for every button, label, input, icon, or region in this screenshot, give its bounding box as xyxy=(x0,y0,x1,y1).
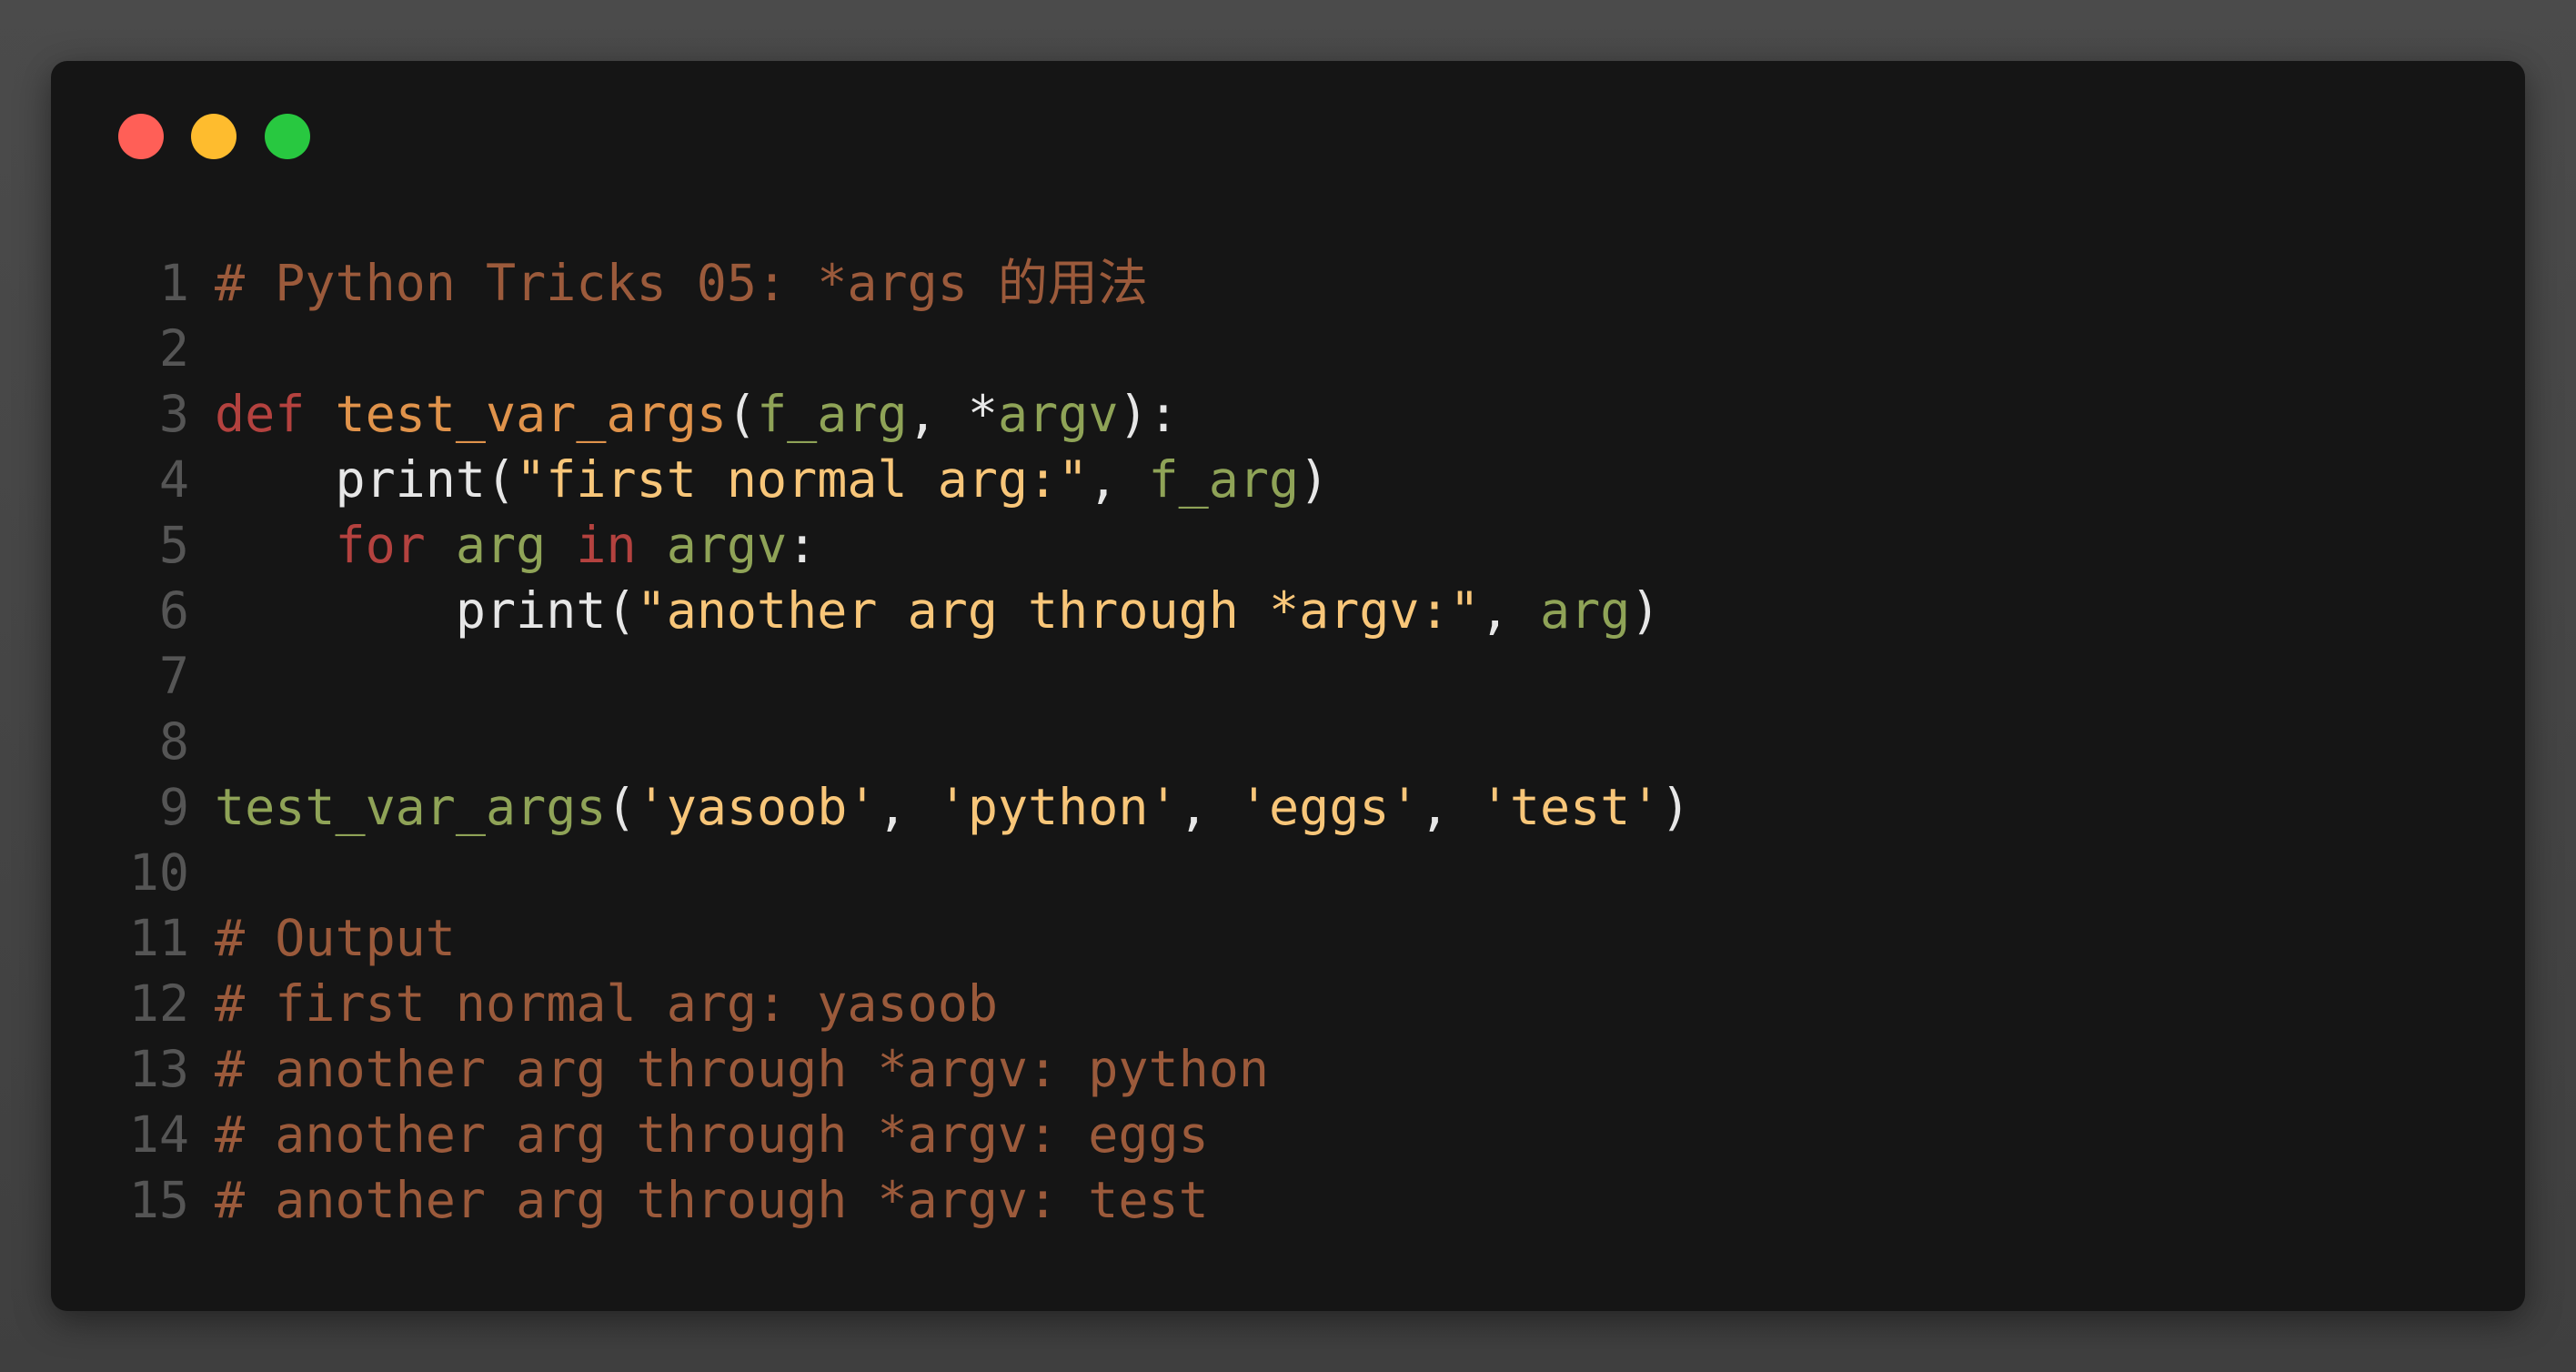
code-line: 8 xyxy=(51,709,1691,774)
code-text: # first normal arg: yasoob xyxy=(215,971,998,1036)
code-line: 7 xyxy=(51,643,1691,709)
code-token-plain: ) xyxy=(1630,581,1661,640)
code-token-keyword: in xyxy=(576,516,637,574)
code-token-string: 'yasoob' xyxy=(636,778,878,836)
code-text: # Output xyxy=(215,905,456,971)
code-token-plain: : xyxy=(787,516,818,574)
code-text: # another arg through *argv: eggs xyxy=(215,1102,1209,1167)
code-token-plain: , xyxy=(1088,450,1149,509)
code-token-param: argv xyxy=(997,385,1119,443)
code-line: 10 xyxy=(51,840,1691,905)
code-line: 15 # another arg through *argv: test xyxy=(51,1167,1691,1233)
code-line: 12 # first normal arg: yasoob xyxy=(51,971,1691,1036)
code-line: 6 print("another arg through *argv:", ar… xyxy=(51,578,1691,643)
code-token-plain: ( xyxy=(606,778,637,836)
line-number: 6 xyxy=(158,581,189,640)
code-token-comment: # another arg through *argv: test xyxy=(215,1171,1209,1229)
line-number: 10 xyxy=(128,843,189,902)
code-line: 5 for arg in argv: xyxy=(51,512,1691,578)
code-token-plain: , xyxy=(877,778,938,836)
line-number: 11 xyxy=(128,909,189,967)
code-token-keyword: for xyxy=(335,516,426,574)
code-text: # another arg through *argv: python xyxy=(215,1036,1269,1102)
line-number: 9 xyxy=(158,778,189,836)
line-number: 15 xyxy=(128,1171,189,1229)
code-token-comment: # Output xyxy=(215,909,456,967)
code-line: 13 # another arg through *argv: python xyxy=(51,1036,1691,1102)
code-text: # another arg through *argv: test xyxy=(215,1167,1209,1233)
code-token-param: arg xyxy=(455,516,547,574)
code-text: for arg in argv: xyxy=(215,512,817,578)
code-line: 11 # Output xyxy=(51,905,1691,971)
code-text: print("another arg through *argv:", arg) xyxy=(215,578,1661,643)
line-number: 3 xyxy=(158,385,189,443)
line-number: 13 xyxy=(128,1040,189,1098)
line-number: 8 xyxy=(158,712,189,771)
code-token-plain: , * xyxy=(907,385,998,443)
code-token-comment: # another arg through *argv: eggs xyxy=(215,1105,1209,1164)
code-token-string: 'test' xyxy=(1479,778,1661,836)
code-block: 1 # Python Tricks 05: *args 的用法 2 3 def test… xyxy=(51,250,1691,1233)
line-number: 1 xyxy=(158,254,189,312)
code-token-call: test_var_args xyxy=(215,778,607,836)
code-text: print("first normal arg:", f_arg) xyxy=(215,447,1329,512)
code-token-comment: # another arg through *argv: python xyxy=(215,1040,1269,1098)
code-token-string: 'eggs' xyxy=(1238,778,1420,836)
code-line: 9 test_var_args('yasoob', 'python', 'eggs… xyxy=(51,774,1691,840)
code-token-plain: ): xyxy=(1118,385,1179,443)
code-text: test_var_args('yasoob', 'python', 'eggs'… xyxy=(215,774,1691,840)
code-token-param: f_arg xyxy=(1148,450,1300,509)
code-token-comment: # first normal arg: yasoob xyxy=(215,974,998,1033)
minimize-button[interactable] xyxy=(191,114,236,159)
code-token-param: arg xyxy=(1540,581,1631,640)
code-token-param: argv xyxy=(666,516,788,574)
code-token-plain: ) xyxy=(1660,778,1691,836)
line-number: 5 xyxy=(158,516,189,574)
code-token-comment: # Python Tricks 05: *args 的用法 xyxy=(215,254,1148,312)
code-text: # Python Tricks 05: *args 的用法 xyxy=(215,250,1148,316)
code-token-string: "another arg through *argv:" xyxy=(636,581,1480,640)
line-number: 7 xyxy=(158,647,189,705)
code-token-plain: ( xyxy=(726,385,758,443)
line-number: 4 xyxy=(158,450,189,509)
code-token-param: f_arg xyxy=(757,385,908,443)
code-token-plain: , xyxy=(1419,778,1480,836)
close-button[interactable] xyxy=(118,114,164,159)
code-token-keyword: def xyxy=(215,385,306,443)
code-token-plain: ) xyxy=(1299,450,1330,509)
code-line: 4 print("first normal arg:", f_arg) xyxy=(51,447,1691,512)
code-token-plain: print( xyxy=(215,450,517,509)
code-token-string: "first normal arg:" xyxy=(516,450,1089,509)
code-line: 2 xyxy=(51,316,1691,381)
maximize-button[interactable] xyxy=(265,114,310,159)
code-line: 14 # another arg through *argv: eggs xyxy=(51,1102,1691,1167)
code-window: 1 # Python Tricks 05: *args 的用法 2 3 def test… xyxy=(51,61,2525,1311)
code-token-plain: , xyxy=(1178,778,1239,836)
code-line: 1 # Python Tricks 05: *args 的用法 xyxy=(51,250,1691,316)
code-line: 3 def test_var_args(f_arg, *argv): xyxy=(51,381,1691,447)
line-number: 14 xyxy=(128,1105,189,1164)
code-text: def test_var_args(f_arg, *argv): xyxy=(215,381,1179,447)
code-token-func: test_var_args xyxy=(335,385,727,443)
code-token-plain: print( xyxy=(215,581,637,640)
code-token-string: 'python' xyxy=(937,778,1179,836)
line-number: 2 xyxy=(158,319,189,378)
code-token-plain: , xyxy=(1479,581,1540,640)
line-number: 12 xyxy=(128,974,189,1033)
